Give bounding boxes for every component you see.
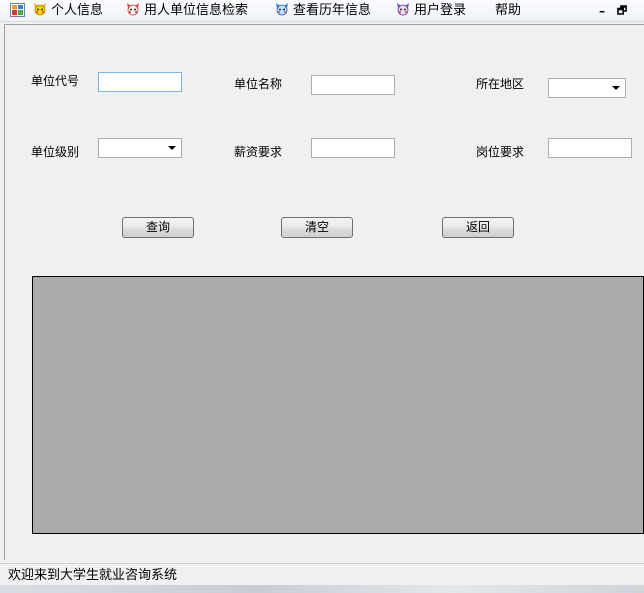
position-input[interactable] (548, 138, 632, 158)
query-button[interactable]: 查询 (122, 217, 194, 238)
menu-help-label: 帮助 (495, 3, 522, 18)
unit-level-select[interactable] (98, 138, 182, 158)
unit-level-label: 单位级别 (31, 145, 80, 159)
unit-name-label: 单位名称 (234, 77, 283, 91)
menu-personal-info-label: 个人信息 (51, 3, 104, 18)
desktop-background-strip (0, 585, 644, 593)
back-button[interactable]: 返回 (442, 217, 514, 238)
cartoon-face-icon (397, 3, 409, 16)
menu-history-info[interactable]: 查看历年信息 (275, 2, 371, 20)
unit-code-input[interactable] (98, 72, 182, 92)
salary-label: 薪资要求 (234, 145, 283, 159)
location-label: 所在地区 (476, 77, 525, 91)
menu-history-info-label: 查看历年信息 (293, 3, 372, 18)
location-select[interactable] (548, 78, 626, 98)
menu-help[interactable]: 帮助 (495, 2, 521, 20)
restore-button[interactable]: 🗗 (614, 2, 630, 20)
main-window: 个人信息 用人单位信息检索 查看历年信息 用户登录 帮助 – 🗗 单位代号 单位… (0, 0, 644, 593)
app-icon[interactable] (10, 3, 25, 17)
cartoon-face-icon (34, 3, 46, 16)
status-bar: 欢迎来到大学生就业咨询系统 (0, 563, 644, 585)
menu-personal-info[interactable]: 个人信息 (33, 2, 103, 20)
chevron-down-icon (168, 146, 176, 150)
cartoon-face-icon (127, 3, 139, 16)
salary-input[interactable] (311, 138, 395, 158)
menu-employer-search[interactable]: 用人单位信息检索 (126, 2, 248, 20)
results-grid[interactable] (32, 276, 644, 534)
clear-button[interactable]: 清空 (281, 217, 353, 238)
menu-bar: 个人信息 用人单位信息检索 查看历年信息 用户登录 帮助 – 🗗 (0, 0, 644, 22)
chevron-down-icon (612, 86, 620, 90)
unit-name-input[interactable] (311, 75, 395, 95)
menu-user-login[interactable]: 用户登录 (396, 2, 466, 20)
unit-code-label: 单位代号 (31, 74, 80, 88)
menu-employer-search-label: 用人单位信息检索 (144, 3, 249, 18)
position-label: 岗位要求 (476, 145, 525, 159)
status-text: 欢迎来到大学生就业咨询系统 (8, 568, 178, 583)
cartoon-face-icon (276, 3, 288, 16)
minimize-button[interactable]: – (594, 2, 610, 20)
menu-user-login-label: 用户登录 (414, 3, 467, 18)
